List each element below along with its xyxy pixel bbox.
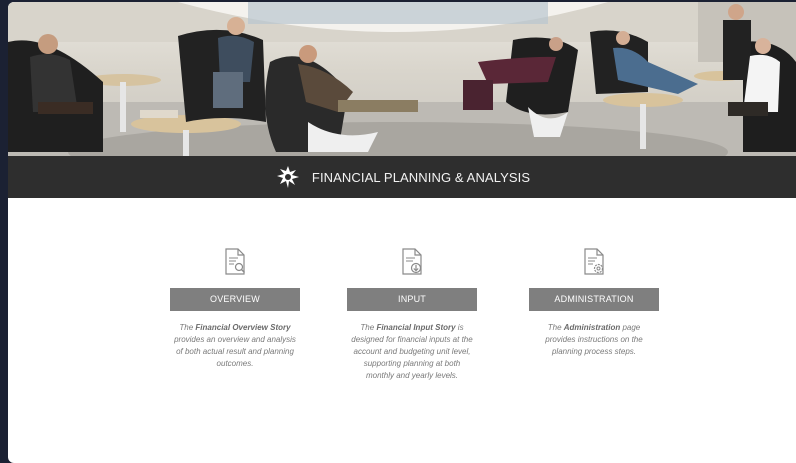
document-settings-icon <box>584 248 604 275</box>
document-search-icon <box>225 248 245 275</box>
page-title: FINANCIAL PLANNING & ANALYSIS <box>311 169 531 185</box>
administration-card: ADMINISTRATION The Administration page p… <box>529 248 659 358</box>
overview-card: OVERVIEW The Financial Overview Story pr… <box>170 248 300 370</box>
document-download-icon <box>402 248 422 275</box>
administration-button[interactable]: ADMINISTRATION <box>529 288 659 311</box>
input-card: INPUT The Financial Input Story is desig… <box>347 248 477 382</box>
input-description: The Financial Input Story is designed fo… <box>351 323 473 380</box>
input-button[interactable]: INPUT <box>347 288 477 311</box>
administration-description: The Administration page provides instruc… <box>545 323 643 356</box>
overview-description: The Financial Overview Story provides an… <box>174 323 296 368</box>
hero-image <box>8 2 796 156</box>
overview-button[interactable]: OVERVIEW <box>170 288 300 311</box>
header-bar: FINANCIAL PLANNING & ANALYSIS <box>8 156 796 198</box>
university-torch-logo-icon <box>276 166 299 188</box>
app-frame: FINANCIAL PLANNING & ANALYSIS OVERVIEW T… <box>8 2 796 463</box>
